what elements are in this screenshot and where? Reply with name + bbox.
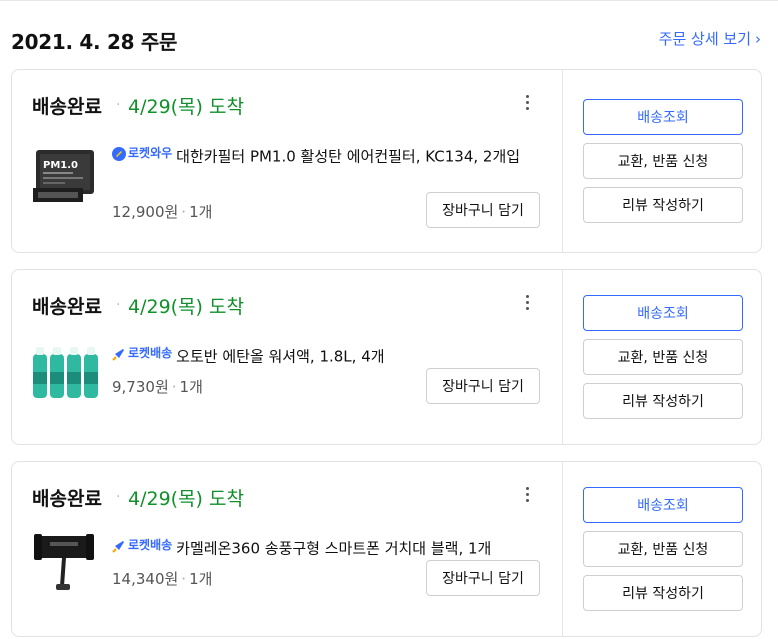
product-name[interactable]: 로켓와우 대한카필터 PM1.0 활성탄 에어컨필터, KC134, 2개입 <box>112 141 542 170</box>
exchange-return-button[interactable]: 교환, 반품 신청 <box>583 531 743 567</box>
status-separator: · <box>116 297 121 313</box>
add-to-cart-button[interactable]: 장바구니 담기 <box>426 368 540 404</box>
order-detail-label: 주문 상세 보기 <box>658 30 751 48</box>
product-title: 대한카필터 PM1.0 활성탄 에어컨필터, KC134, 2개입 <box>176 147 521 166</box>
order-actions: 배송조회 교환, 반품 신청 리뷰 작성하기 <box>562 270 763 444</box>
order-detail-link[interactable]: 주문 상세 보기 › <box>659 28 761 49</box>
product-price-qty: 14,340원 · 1개 <box>112 570 213 588</box>
more-options-icon[interactable] <box>521 295 533 315</box>
product-title: 오토반 에탄올 워셔액, 1.8L, 4개 <box>176 347 385 366</box>
order-header: 2021. 4. 28 주문 주문 상세 보기 › <box>11 26 761 54</box>
exchange-return-button[interactable]: 교환, 반품 신청 <box>583 339 743 375</box>
rocket-icon <box>112 540 124 553</box>
order-card-body: 배송완료 · 4/29(목) 도착 PM1.0 로켓와우 대한카필터 PM1.0 … <box>12 70 562 252</box>
rocket-wow-icon <box>112 146 126 161</box>
product-price: 12,900원 <box>112 203 179 221</box>
product-price: 9,730원 <box>112 378 169 396</box>
top-divider <box>0 0 778 1</box>
product-price-qty: 9,730원 · 1개 <box>112 378 203 396</box>
rocket-wow-badge: 로켓와우 <box>112 141 172 166</box>
track-delivery-button[interactable]: 배송조회 <box>583 295 743 331</box>
more-options-icon[interactable] <box>521 487 533 507</box>
order-card-body: 배송완료 · 4/29(목) 도착 로켓배송 오토반 에탄올 워셔액, 1.8L… <box>12 270 562 444</box>
track-delivery-button[interactable]: 배송조회 <box>583 99 743 135</box>
order-card: 배송완료 · 4/29(목) 도착 PM1.0 로켓와우 대한카필터 PM1.0 … <box>11 69 762 253</box>
product-thumbnail[interactable]: PM1.0 <box>30 142 100 212</box>
rocket-delivery-badge: 로켓배송 <box>112 341 172 366</box>
order-actions: 배송조회 교환, 반품 신청 리뷰 작성하기 <box>562 70 763 252</box>
product-name[interactable]: 로켓배송 카멜레온360 송풍구형 스마트폰 거치대 블랙, 1개 <box>112 533 542 562</box>
arrival-date: 4/29(목) 도착 <box>128 96 244 118</box>
product-qty: 1개 <box>189 570 213 588</box>
add-to-cart-button[interactable]: 장바구니 담기 <box>426 560 540 596</box>
write-review-button[interactable]: 리뷰 작성하기 <box>583 187 743 223</box>
more-options-icon[interactable] <box>521 95 533 115</box>
add-to-cart-button[interactable]: 장바구니 담기 <box>426 192 540 228</box>
svg-text:PM1.0: PM1.0 <box>43 160 78 171</box>
write-review-button[interactable]: 리뷰 작성하기 <box>583 575 743 611</box>
order-actions: 배송조회 교환, 반품 신청 리뷰 작성하기 <box>562 462 763 636</box>
product-name[interactable]: 로켓배송 오토반 에탄올 워셔액, 1.8L, 4개 <box>112 341 542 370</box>
rocket-delivery-badge: 로켓배송 <box>112 533 172 558</box>
product-price-qty: 12,900원 · 1개 <box>112 203 213 221</box>
order-card: 배송완료 · 4/29(목) 도착 로켓배송 카멜레온360 송풍구형 스마트폰 … <box>11 461 762 637</box>
product-qty: 1개 <box>189 203 213 221</box>
product-price: 14,340원 <box>112 570 179 588</box>
chevron-right-icon: › <box>755 30 761 48</box>
arrival-date: 4/29(목) 도착 <box>128 296 244 318</box>
product-title: 카멜레온360 송풍구형 스마트폰 거치대 블랙, 1개 <box>176 539 492 558</box>
order-list-page: 2021. 4. 28 주문 주문 상세 보기 › 배송완료 · 4/29(목) … <box>0 0 778 639</box>
product-thumbnail[interactable] <box>30 530 100 600</box>
status-separator: · <box>116 489 121 505</box>
track-delivery-button[interactable]: 배송조회 <box>583 487 743 523</box>
exchange-return-button[interactable]: 교환, 반품 신청 <box>583 143 743 179</box>
delivery-status: 배송완료 <box>32 488 102 510</box>
order-card-body: 배송완료 · 4/29(목) 도착 로켓배송 카멜레온360 송풍구형 스마트폰 … <box>12 462 562 636</box>
order-date: 2021. 4. 28 주문 <box>11 30 178 54</box>
delivery-status: 배송완료 <box>32 296 102 318</box>
arrival-date: 4/29(목) 도착 <box>128 488 244 510</box>
write-review-button[interactable]: 리뷰 작성하기 <box>583 383 743 419</box>
product-thumbnail[interactable] <box>30 344 100 414</box>
rocket-icon <box>112 348 124 361</box>
product-qty: 1개 <box>179 378 203 396</box>
status-separator: · <box>116 97 121 113</box>
delivery-status: 배송완료 <box>32 96 102 118</box>
order-card: 배송완료 · 4/29(목) 도착 로켓배송 오토반 에탄올 워셔액, 1.8L… <box>11 269 762 445</box>
